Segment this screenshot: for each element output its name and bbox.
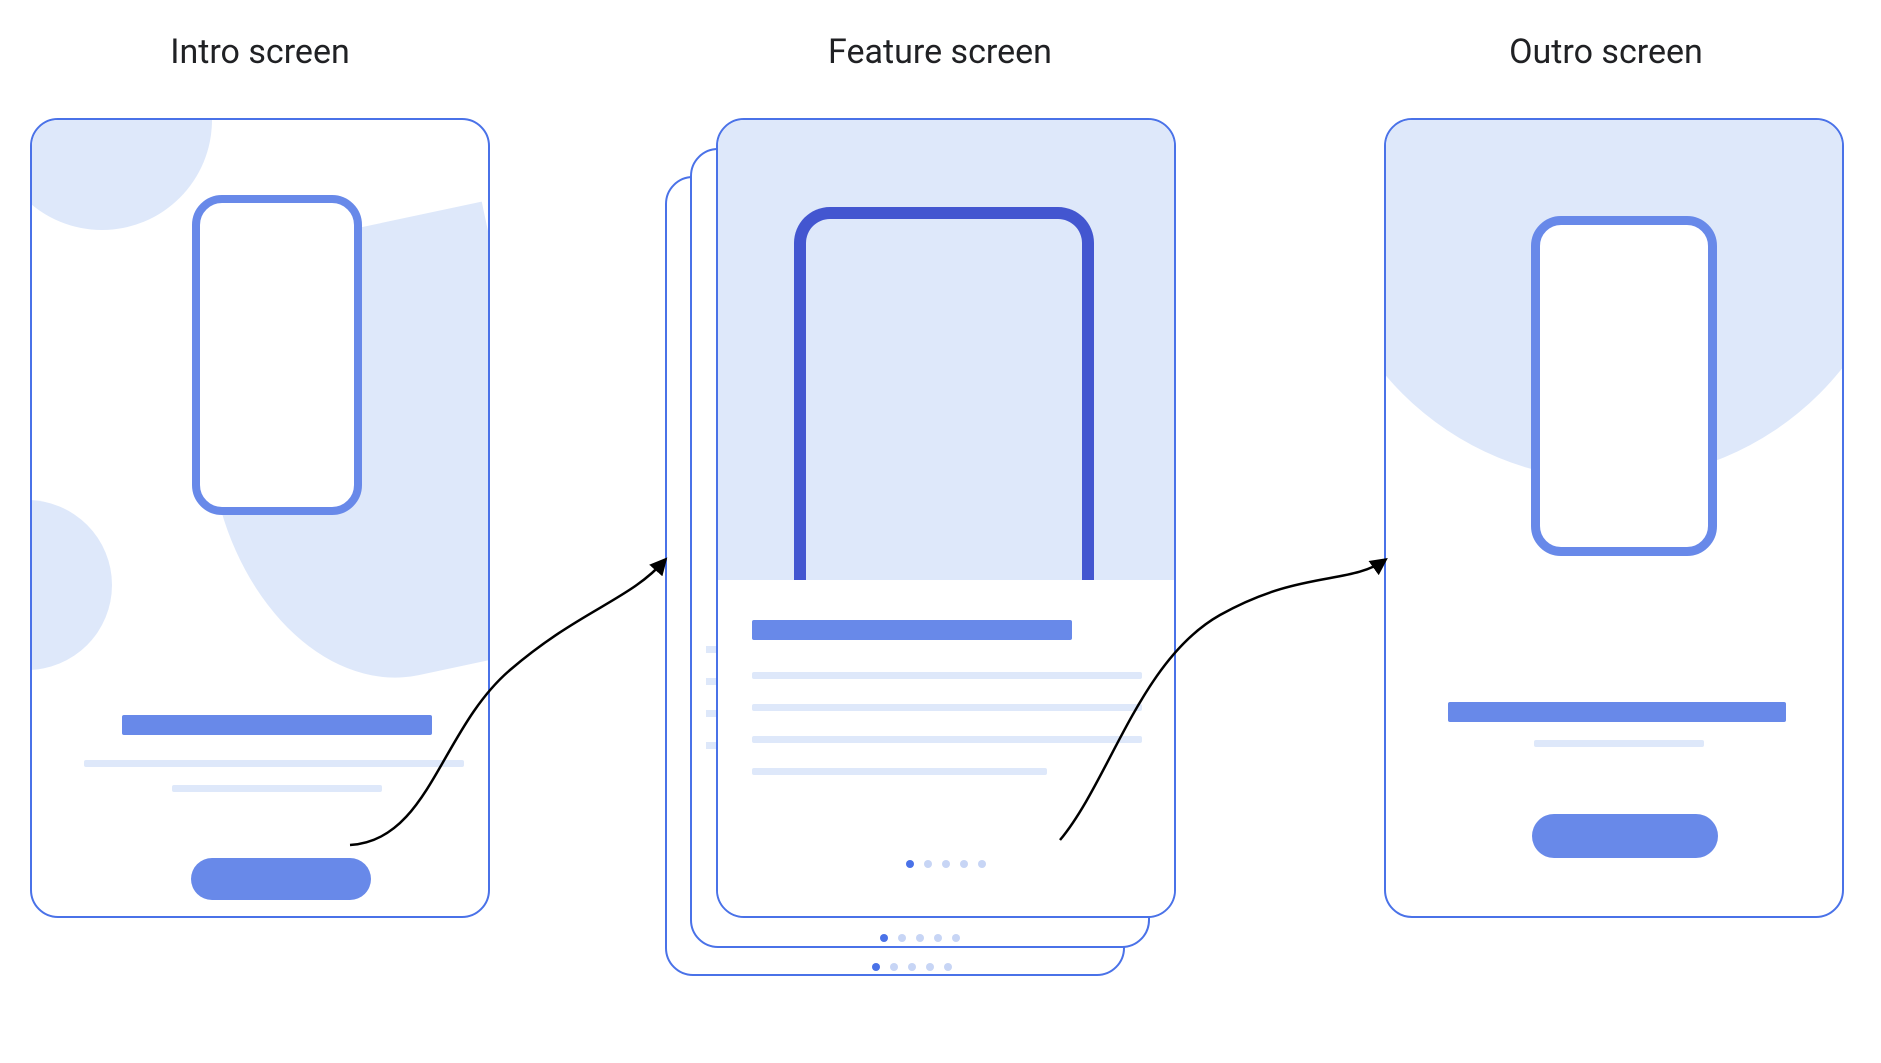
text-line-placeholder (706, 742, 716, 749)
text-line-placeholder (752, 736, 1142, 743)
feature-label: Feature screen (740, 32, 1140, 72)
pager-dot[interactable] (906, 860, 914, 868)
phone-illustration (794, 207, 1094, 637)
pager-dots-peek (872, 963, 952, 971)
outro-label: Outro screen (1406, 32, 1806, 72)
text-line-placeholder (752, 672, 1142, 679)
phone-illustration (192, 195, 362, 515)
intro-screen-card (30, 118, 490, 918)
title-placeholder (752, 620, 1072, 640)
outro-screen-card (1384, 118, 1844, 918)
text-line-placeholder (706, 678, 716, 685)
text-line-placeholder (84, 760, 464, 767)
pager-dots[interactable] (906, 860, 986, 868)
text-line-placeholder (1534, 740, 1704, 747)
cta-button[interactable] (191, 858, 371, 900)
intro-label: Intro screen (120, 32, 400, 72)
pager-dot[interactable] (924, 860, 932, 868)
title-placeholder (1448, 702, 1786, 722)
phone-illustration (1531, 216, 1717, 556)
cta-button[interactable] (1532, 814, 1718, 858)
pager-dot[interactable] (978, 860, 986, 868)
text-line-placeholder (172, 785, 382, 792)
decorative-blob (30, 118, 212, 230)
text-line-placeholder (752, 768, 1047, 775)
text-line-placeholder (706, 710, 716, 717)
feature-screen-card (716, 118, 1176, 918)
pager-dots-peek (880, 934, 960, 942)
text-line-placeholder (752, 704, 1142, 711)
content-area (718, 580, 1174, 916)
pager-dot[interactable] (960, 860, 968, 868)
pager-dot[interactable] (942, 860, 950, 868)
title-placeholder (122, 715, 432, 735)
decorative-blob (30, 500, 112, 670)
text-line-placeholder (706, 646, 716, 653)
